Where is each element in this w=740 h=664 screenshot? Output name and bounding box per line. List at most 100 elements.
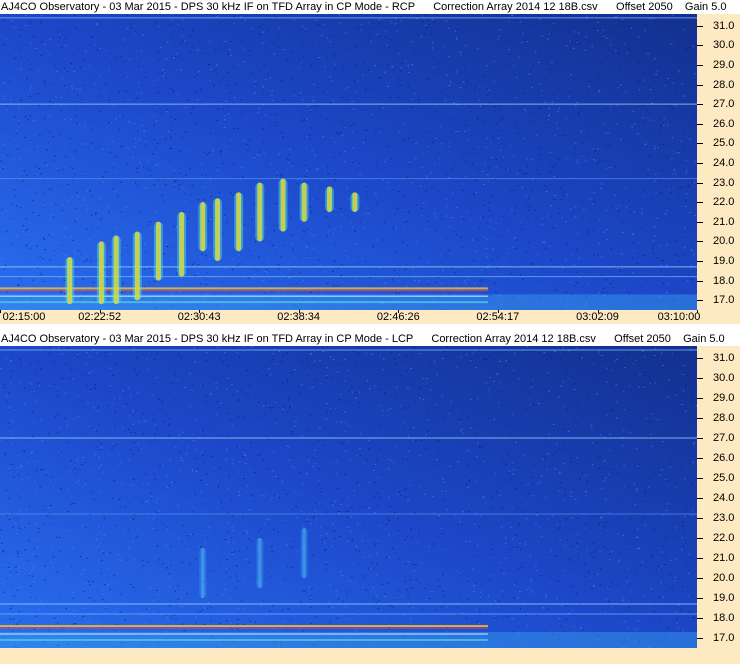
y-tick-label: 21.0 (713, 552, 735, 564)
rcp-time-axis: 02:15:00 02:22:52 02:30:43 02:38:34 02:46:26… (0, 310, 740, 324)
y-tick (697, 378, 703, 379)
y-tick (697, 498, 703, 499)
burst-feature (300, 528, 308, 578)
y-tick-label: 24.0 (713, 156, 735, 169)
y-tick-label: 26.0 (713, 452, 735, 464)
x-tick-label: 03:02:09 (576, 311, 619, 323)
y-tick-label: 17.0 (713, 294, 735, 307)
y-tick-label: 23.0 (713, 176, 735, 189)
y-tick (697, 478, 703, 479)
y-tick (697, 84, 703, 86)
rcp-frequency-axis: 31.0 30.0 29.0 28.0 27.0 26.0 25.0 24.0 23.0 22.0… (697, 14, 740, 310)
y-tick (697, 300, 703, 302)
burst-feature (350, 192, 360, 212)
x-tick-label: 02:38:34 (277, 311, 321, 323)
y-tick-label: 20.0 (713, 572, 735, 584)
y-tick-label: 21.0 (713, 215, 735, 228)
y-tick-label: 19.0 (713, 592, 735, 604)
lcp-time-axis-strip (0, 648, 740, 664)
burst-feature (234, 192, 244, 252)
burst-feature (177, 211, 187, 277)
rcp-spectrogram-svg (0, 14, 697, 310)
low-frequency-band (0, 632, 697, 648)
y-tick (697, 358, 703, 359)
burst-feature (132, 231, 142, 301)
y-tick-label: 20.0 (713, 235, 735, 248)
y-tick-label: 27.0 (713, 432, 735, 444)
y-tick-label: 24.0 (713, 492, 735, 504)
y-tick-label: 22.0 (713, 532, 735, 544)
y-tick-label: 17.0 (713, 632, 735, 644)
x-tick (0, 310, 1, 313)
y-tick (697, 398, 703, 399)
x-tick-label: 03:10:00 (657, 311, 701, 323)
y-tick-label: 19.0 (713, 254, 735, 267)
y-tick (697, 578, 703, 579)
y-tick-label: 30.0 (713, 39, 735, 52)
y-tick (697, 598, 703, 599)
burst-feature (299, 182, 309, 222)
lcp-spectrogram-svg (0, 346, 697, 648)
y-tick-label: 18.0 (713, 274, 735, 287)
y-tick (697, 638, 703, 639)
y-tick (697, 518, 703, 519)
y-tick (697, 123, 703, 125)
y-tick (697, 418, 703, 419)
y-tick-label: 29.0 (713, 58, 735, 71)
burst-feature (255, 182, 265, 242)
y-tick-label: 23.0 (713, 512, 735, 524)
y-tick (697, 221, 703, 223)
y-tick (697, 104, 703, 106)
y-tick-label: 31.0 (713, 19, 735, 32)
x-tick-label: 02:54:17 (476, 311, 520, 323)
y-tick (697, 182, 703, 184)
lcp-title: AJ4CO Observatory - 03 Mar 2015 - DPS 30… (0, 332, 740, 346)
y-tick (697, 143, 703, 145)
burst-feature (324, 186, 334, 212)
y-tick-label: 25.0 (713, 472, 735, 484)
y-tick (697, 45, 703, 47)
burst-feature (278, 178, 288, 232)
burst-feature (213, 198, 223, 261)
y-tick (697, 558, 703, 559)
lcp-spectrogram (0, 346, 697, 648)
rcp-title: AJ4CO Observatory - 03 Mar 2015 - DPS 30… (0, 0, 740, 14)
y-tick (697, 438, 703, 439)
burst-feature (153, 221, 163, 281)
lcp-frequency-axis: 31.0 30.0 29.0 28.0 27.0 26.0 25.0 24.0 23.0 22.0… (697, 346, 740, 648)
rcp-panel: AJ4CO Observatory - 03 Mar 2015 - DPS 30… (0, 0, 740, 324)
y-tick-label: 27.0 (713, 98, 735, 111)
lcp-panel: AJ4CO Observatory - 03 Mar 2015 - DPS 30… (0, 332, 740, 664)
y-tick-label: 30.0 (713, 372, 735, 384)
y-tick (697, 538, 703, 539)
y-tick-label: 18.0 (713, 612, 735, 624)
y-tick (697, 280, 703, 282)
y-tick (697, 241, 703, 243)
spectrogram-background (0, 346, 697, 648)
burst-feature (198, 202, 208, 252)
burst-feature (96, 241, 106, 305)
y-tick-label: 22.0 (713, 196, 735, 209)
x-tick-label: 02:15:00 (2, 311, 46, 323)
x-tick-label: 02:46:26 (376, 311, 420, 323)
y-tick-label: 28.0 (713, 412, 735, 424)
y-tick (697, 25, 703, 27)
y-tick-label: 31.0 (713, 352, 735, 364)
y-tick (697, 202, 703, 204)
x-tick-label: 02:22:52 (78, 311, 122, 323)
y-tick (697, 618, 703, 619)
y-tick (697, 64, 703, 66)
y-tick-label: 29.0 (713, 392, 735, 404)
y-tick (697, 162, 703, 164)
y-tick (697, 260, 703, 262)
y-tick (697, 458, 703, 459)
burst-feature (65, 257, 75, 305)
rcp-spectrogram (0, 14, 697, 310)
burst-feature (111, 235, 121, 305)
y-tick-label: 28.0 (713, 78, 735, 91)
y-tick-label: 26.0 (713, 117, 735, 130)
burst-feature (256, 538, 264, 588)
burst-feature (199, 548, 207, 598)
y-tick-label: 25.0 (713, 137, 735, 150)
x-tick-label: 02:30:43 (177, 311, 221, 323)
